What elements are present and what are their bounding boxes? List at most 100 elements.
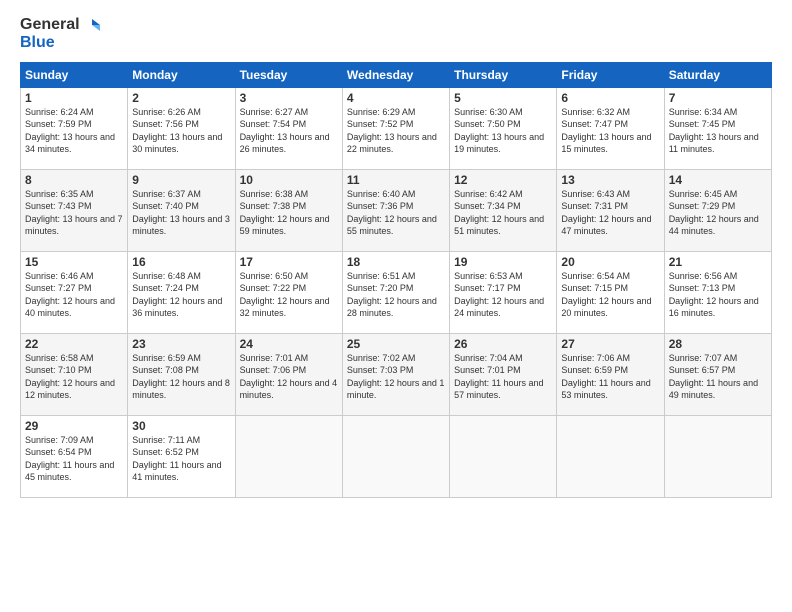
- col-friday: Friday: [557, 62, 664, 87]
- calendar-day-cell: 10Sunrise: 6:38 AMSunset: 7:38 PMDayligh…: [235, 169, 342, 251]
- calendar-day-cell: [342, 415, 449, 497]
- calendar-week-row: 29Sunrise: 7:09 AMSunset: 6:54 PMDayligh…: [21, 415, 772, 497]
- calendar-day-cell: [235, 415, 342, 497]
- calendar-day-cell: [450, 415, 557, 497]
- day-number: 20: [561, 255, 659, 269]
- day-number: 10: [240, 173, 338, 187]
- calendar-day-cell: 26Sunrise: 7:04 AMSunset: 7:01 PMDayligh…: [450, 333, 557, 415]
- calendar-day-cell: 25Sunrise: 7:02 AMSunset: 7:03 PMDayligh…: [342, 333, 449, 415]
- logo-container: General Blue: [20, 16, 100, 52]
- calendar-week-row: 15Sunrise: 6:46 AMSunset: 7:27 PMDayligh…: [21, 251, 772, 333]
- day-info: Sunrise: 6:54 AMSunset: 7:15 PMDaylight:…: [561, 270, 659, 320]
- day-info: Sunrise: 6:58 AMSunset: 7:10 PMDaylight:…: [25, 352, 123, 402]
- day-info: Sunrise: 7:07 AMSunset: 6:57 PMDaylight:…: [669, 352, 767, 402]
- day-number: 30: [132, 419, 230, 433]
- day-info: Sunrise: 7:06 AMSunset: 6:59 PMDaylight:…: [561, 352, 659, 402]
- day-number: 13: [561, 173, 659, 187]
- day-info: Sunrise: 6:56 AMSunset: 7:13 PMDaylight:…: [669, 270, 767, 320]
- col-tuesday: Tuesday: [235, 62, 342, 87]
- day-number: 27: [561, 337, 659, 351]
- calendar-day-cell: 13Sunrise: 6:43 AMSunset: 7:31 PMDayligh…: [557, 169, 664, 251]
- logo-general: General: [20, 16, 80, 34]
- day-number: 22: [25, 337, 123, 351]
- day-number: 3: [240, 91, 338, 105]
- calendar-day-cell: 5Sunrise: 6:30 AMSunset: 7:50 PMDaylight…: [450, 87, 557, 169]
- calendar-day-cell: 17Sunrise: 6:50 AMSunset: 7:22 PMDayligh…: [235, 251, 342, 333]
- day-info: Sunrise: 6:46 AMSunset: 7:27 PMDaylight:…: [25, 270, 123, 320]
- day-number: 15: [25, 255, 123, 269]
- day-info: Sunrise: 7:02 AMSunset: 7:03 PMDaylight:…: [347, 352, 445, 402]
- calendar-week-row: 22Sunrise: 6:58 AMSunset: 7:10 PMDayligh…: [21, 333, 772, 415]
- calendar-day-cell: 24Sunrise: 7:01 AMSunset: 7:06 PMDayligh…: [235, 333, 342, 415]
- calendar-day-cell: 19Sunrise: 6:53 AMSunset: 7:17 PMDayligh…: [450, 251, 557, 333]
- day-number: 18: [347, 255, 445, 269]
- calendar-day-cell: [664, 415, 771, 497]
- calendar-day-cell: 15Sunrise: 6:46 AMSunset: 7:27 PMDayligh…: [21, 251, 128, 333]
- day-info: Sunrise: 7:11 AMSunset: 6:52 PMDaylight:…: [132, 434, 230, 484]
- calendar-day-cell: 30Sunrise: 7:11 AMSunset: 6:52 PMDayligh…: [128, 415, 235, 497]
- calendar-header-row: Sunday Monday Tuesday Wednesday Thursday…: [21, 62, 772, 87]
- calendar-day-cell: 3Sunrise: 6:27 AMSunset: 7:54 PMDaylight…: [235, 87, 342, 169]
- calendar-day-cell: 18Sunrise: 6:51 AMSunset: 7:20 PMDayligh…: [342, 251, 449, 333]
- day-info: Sunrise: 6:26 AMSunset: 7:56 PMDaylight:…: [132, 106, 230, 156]
- day-info: Sunrise: 6:24 AMSunset: 7:59 PMDaylight:…: [25, 106, 123, 156]
- calendar-day-cell: 4Sunrise: 6:29 AMSunset: 7:52 PMDaylight…: [342, 87, 449, 169]
- day-info: Sunrise: 6:51 AMSunset: 7:20 PMDaylight:…: [347, 270, 445, 320]
- calendar-day-cell: 20Sunrise: 6:54 AMSunset: 7:15 PMDayligh…: [557, 251, 664, 333]
- day-number: 25: [347, 337, 445, 351]
- day-info: Sunrise: 6:48 AMSunset: 7:24 PMDaylight:…: [132, 270, 230, 320]
- col-sunday: Sunday: [21, 62, 128, 87]
- col-monday: Monday: [128, 62, 235, 87]
- calendar-day-cell: 1Sunrise: 6:24 AMSunset: 7:59 PMDaylight…: [21, 87, 128, 169]
- calendar-table: Sunday Monday Tuesday Wednesday Thursday…: [20, 62, 772, 498]
- day-number: 7: [669, 91, 767, 105]
- col-wednesday: Wednesday: [342, 62, 449, 87]
- day-number: 1: [25, 91, 123, 105]
- logo-blue: Blue: [20, 34, 55, 52]
- calendar-day-cell: 14Sunrise: 6:45 AMSunset: 7:29 PMDayligh…: [664, 169, 771, 251]
- col-saturday: Saturday: [664, 62, 771, 87]
- day-info: Sunrise: 6:53 AMSunset: 7:17 PMDaylight:…: [454, 270, 552, 320]
- day-number: 17: [240, 255, 338, 269]
- day-number: 8: [25, 173, 123, 187]
- day-info: Sunrise: 7:04 AMSunset: 7:01 PMDaylight:…: [454, 352, 552, 402]
- day-number: 28: [669, 337, 767, 351]
- day-info: Sunrise: 6:35 AMSunset: 7:43 PMDaylight:…: [25, 188, 123, 238]
- calendar-day-cell: 9Sunrise: 6:37 AMSunset: 7:40 PMDaylight…: [128, 169, 235, 251]
- day-info: Sunrise: 6:32 AMSunset: 7:47 PMDaylight:…: [561, 106, 659, 156]
- day-number: 19: [454, 255, 552, 269]
- day-info: Sunrise: 6:50 AMSunset: 7:22 PMDaylight:…: [240, 270, 338, 320]
- day-number: 14: [669, 173, 767, 187]
- day-number: 23: [132, 337, 230, 351]
- col-thursday: Thursday: [450, 62, 557, 87]
- day-number: 5: [454, 91, 552, 105]
- day-number: 24: [240, 337, 338, 351]
- day-number: 29: [25, 419, 123, 433]
- logo: General Blue: [20, 16, 100, 52]
- page-header: General Blue: [20, 16, 772, 52]
- calendar-day-cell: 11Sunrise: 6:40 AMSunset: 7:36 PMDayligh…: [342, 169, 449, 251]
- calendar-day-cell: 12Sunrise: 6:42 AMSunset: 7:34 PMDayligh…: [450, 169, 557, 251]
- calendar-day-cell: 21Sunrise: 6:56 AMSunset: 7:13 PMDayligh…: [664, 251, 771, 333]
- day-info: Sunrise: 6:29 AMSunset: 7:52 PMDaylight:…: [347, 106, 445, 156]
- day-info: Sunrise: 7:09 AMSunset: 6:54 PMDaylight:…: [25, 434, 123, 484]
- calendar-week-row: 1Sunrise: 6:24 AMSunset: 7:59 PMDaylight…: [21, 87, 772, 169]
- day-info: Sunrise: 6:42 AMSunset: 7:34 PMDaylight:…: [454, 188, 552, 238]
- day-info: Sunrise: 6:38 AMSunset: 7:38 PMDaylight:…: [240, 188, 338, 238]
- day-number: 21: [669, 255, 767, 269]
- calendar-day-cell: 8Sunrise: 6:35 AMSunset: 7:43 PMDaylight…: [21, 169, 128, 251]
- calendar-page: General Blue Sunday Monday Tuesday Wedne…: [0, 0, 792, 612]
- day-number: 6: [561, 91, 659, 105]
- day-number: 16: [132, 255, 230, 269]
- day-info: Sunrise: 6:40 AMSunset: 7:36 PMDaylight:…: [347, 188, 445, 238]
- day-info: Sunrise: 6:45 AMSunset: 7:29 PMDaylight:…: [669, 188, 767, 238]
- calendar-day-cell: 28Sunrise: 7:07 AMSunset: 6:57 PMDayligh…: [664, 333, 771, 415]
- calendar-day-cell: 16Sunrise: 6:48 AMSunset: 7:24 PMDayligh…: [128, 251, 235, 333]
- calendar-day-cell: 22Sunrise: 6:58 AMSunset: 7:10 PMDayligh…: [21, 333, 128, 415]
- day-info: Sunrise: 6:30 AMSunset: 7:50 PMDaylight:…: [454, 106, 552, 156]
- day-info: Sunrise: 6:43 AMSunset: 7:31 PMDaylight:…: [561, 188, 659, 238]
- day-number: 11: [347, 173, 445, 187]
- day-number: 12: [454, 173, 552, 187]
- day-info: Sunrise: 6:27 AMSunset: 7:54 PMDaylight:…: [240, 106, 338, 156]
- logo-bird-icon: [82, 16, 100, 34]
